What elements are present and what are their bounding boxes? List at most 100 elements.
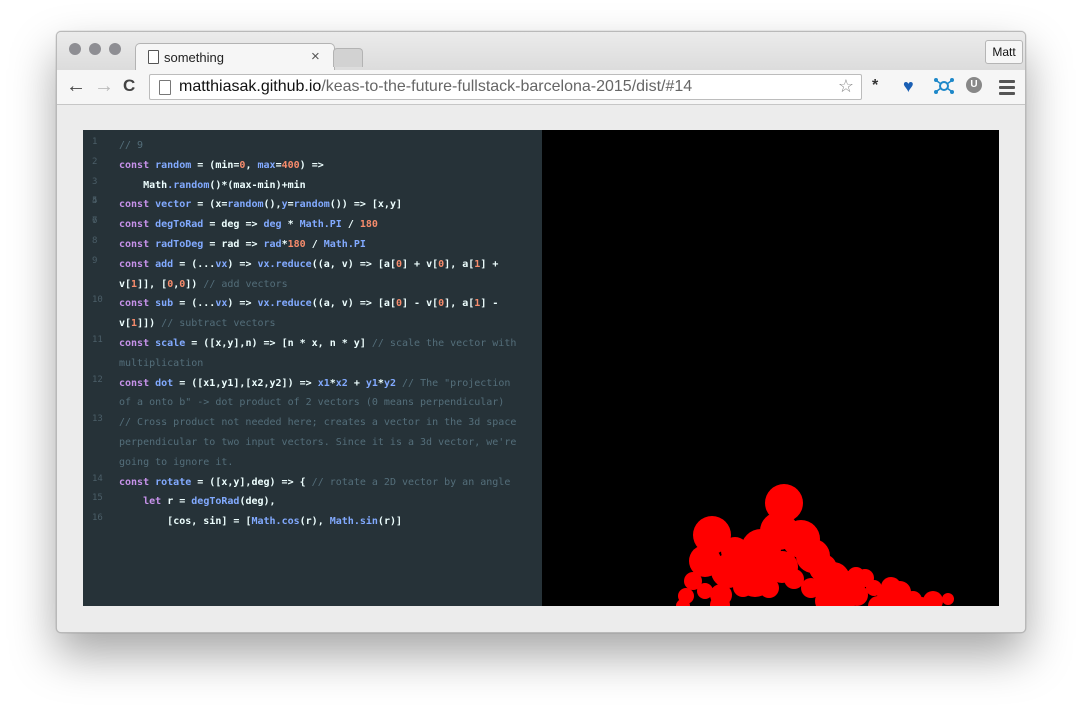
asterisk-icon[interactable]: * bbox=[872, 76, 878, 96]
code-line: 11 const scale = ([x,y],n) => [n * x, n *… bbox=[83, 334, 519, 374]
code-line: 13// Cross product not needed here; crea… bbox=[83, 413, 519, 472]
code-token: deg bbox=[263, 219, 282, 231]
code-token: vx bbox=[215, 298, 228, 310]
red-circle bbox=[733, 577, 753, 597]
new-tab-button[interactable] bbox=[333, 48, 363, 67]
code-token: ((a, v) => [a[ bbox=[311, 258, 396, 270]
code-token: ] - v[ bbox=[402, 298, 439, 310]
code-token: = ([x,y],n) => [n * x, n * y] bbox=[185, 337, 372, 349]
line-number: 8 bbox=[92, 235, 98, 246]
document-icon bbox=[148, 50, 159, 64]
code-token: radToDeg bbox=[155, 238, 204, 250]
code-token: // add vectors bbox=[203, 278, 288, 290]
code-token: random bbox=[227, 199, 264, 211]
code-token: + bbox=[347, 377, 366, 389]
code-token: / bbox=[341, 219, 360, 231]
code-token: , bbox=[245, 159, 258, 171]
code-token: ] + v[ bbox=[402, 258, 439, 270]
code-line: 12 const dot = ([x1,y1],[x2,y2]) => x1*x2… bbox=[83, 374, 519, 414]
url-path: /keas-to-the-future-fullstack-barcelona-… bbox=[321, 78, 693, 95]
line-number: 10 bbox=[92, 295, 103, 306]
code-line: 8 const radToDeg = rad => rad*180 / Math.… bbox=[83, 235, 519, 255]
code-token: ], a[ bbox=[444, 258, 475, 270]
code-token: const bbox=[119, 219, 156, 231]
code-token: = deg => bbox=[203, 219, 264, 231]
title-bar: something × Matt bbox=[57, 32, 1025, 71]
zoom-window-button[interactable] bbox=[109, 43, 121, 55]
code-token: x2 bbox=[335, 377, 348, 389]
code-token: vx.reduce bbox=[257, 298, 312, 310]
forward-button[interactable]: → bbox=[94, 74, 114, 98]
code-token: 400 bbox=[281, 159, 300, 171]
code-editor[interactable]: 1// 9 2 const random = (min=0, max=400) =>… bbox=[83, 130, 542, 606]
browser-window: something × Matt ← → C matthiasak.github… bbox=[56, 31, 1026, 633]
menu-icon[interactable] bbox=[999, 80, 1015, 98]
code-line: 5 const vector = (x=random(),y=random()) … bbox=[83, 195, 519, 215]
code-token: const bbox=[119, 199, 156, 211]
code-token: ], a[ bbox=[444, 298, 475, 310]
code-token: ()) => [x,y] bbox=[329, 199, 402, 211]
code-token: 180 bbox=[287, 238, 306, 250]
code-token: const bbox=[119, 476, 156, 488]
code-token: Math.cos bbox=[251, 516, 300, 528]
network-extension-icon[interactable] bbox=[933, 77, 955, 101]
active-tab[interactable]: something × bbox=[135, 43, 335, 71]
code-token: y1 bbox=[365, 377, 378, 389]
tab-close-button[interactable]: × bbox=[311, 48, 320, 65]
close-window-button[interactable] bbox=[69, 43, 81, 55]
circle-canvas bbox=[676, 484, 954, 606]
code-line: 2 const random = (min=0, max=400) => bbox=[83, 156, 519, 176]
code-line: 3 Math.random()*(max-min)+min bbox=[83, 176, 519, 196]
code-token: // rotate a 2D vector by an angle bbox=[311, 476, 511, 488]
code-token: degToRad bbox=[191, 496, 240, 508]
line-number: 13 bbox=[92, 414, 103, 425]
code-token: const bbox=[119, 258, 156, 270]
code-line: 1 // 9 bbox=[83, 136, 519, 156]
code-token: Math.PI bbox=[323, 238, 366, 250]
code-token: vector bbox=[155, 199, 192, 211]
line-number: 11 bbox=[92, 334, 103, 345]
code-token: (r)] bbox=[377, 516, 403, 528]
code-token: degToRad bbox=[155, 219, 204, 231]
url-host: matthiasak.github.io bbox=[179, 78, 322, 95]
back-button[interactable]: ← bbox=[66, 74, 86, 98]
reload-button[interactable]: C bbox=[123, 74, 135, 98]
ublock-icon[interactable]: U bbox=[966, 77, 982, 93]
code-token: (r), bbox=[299, 516, 330, 528]
profile-button[interactable]: Matt bbox=[985, 40, 1023, 64]
code-token: const bbox=[119, 337, 156, 349]
line-number: 5 bbox=[92, 196, 98, 207]
code-token: const bbox=[119, 159, 156, 171]
code-token: random bbox=[155, 159, 192, 171]
code-token: random bbox=[173, 179, 210, 191]
code-token: let bbox=[143, 496, 168, 508]
code-token: = ([x1,y1],[x2,y2]) => bbox=[173, 377, 318, 389]
red-circle bbox=[784, 569, 804, 589]
red-circle bbox=[923, 591, 943, 606]
address-bar[interactable]: matthiasak.github.io/keas-to-the-future-… bbox=[149, 74, 862, 100]
line-number: 12 bbox=[92, 374, 103, 385]
url-text: matthiasak.github.io/keas-to-the-future-… bbox=[179, 78, 692, 96]
code-token: = (x= bbox=[191, 199, 228, 211]
code-token: random bbox=[293, 199, 330, 211]
code-token: 180 bbox=[359, 219, 378, 231]
code-token: = ([x,y],deg) => { bbox=[191, 476, 312, 488]
tab-title: something bbox=[164, 50, 224, 65]
code-token: ]) bbox=[185, 278, 204, 290]
code-token: ) => bbox=[227, 298, 258, 310]
code-token: = (... bbox=[173, 298, 216, 310]
star-icon[interactable]: ☆ bbox=[838, 76, 854, 97]
code-token: const bbox=[119, 238, 156, 250]
minimize-window-button[interactable] bbox=[89, 43, 101, 55]
code-token: // Cross product not needed here; create… bbox=[119, 417, 523, 468]
browser-toolbar: ← → C matthiasak.github.io/keas-to-the-f… bbox=[57, 70, 1025, 105]
code-token: Math.sin bbox=[329, 516, 378, 528]
code-token: const bbox=[119, 298, 156, 310]
line-number: 14 bbox=[92, 473, 103, 484]
line-number: 9 bbox=[92, 255, 98, 266]
code-line: 7 const degToRad = deg => deg * Math.PI /… bbox=[83, 215, 519, 235]
code-token: add bbox=[155, 258, 174, 270]
code-token: [cos, sin] = [ bbox=[119, 516, 252, 528]
heart-extension-icon[interactable]: ♥ bbox=[903, 76, 914, 96]
